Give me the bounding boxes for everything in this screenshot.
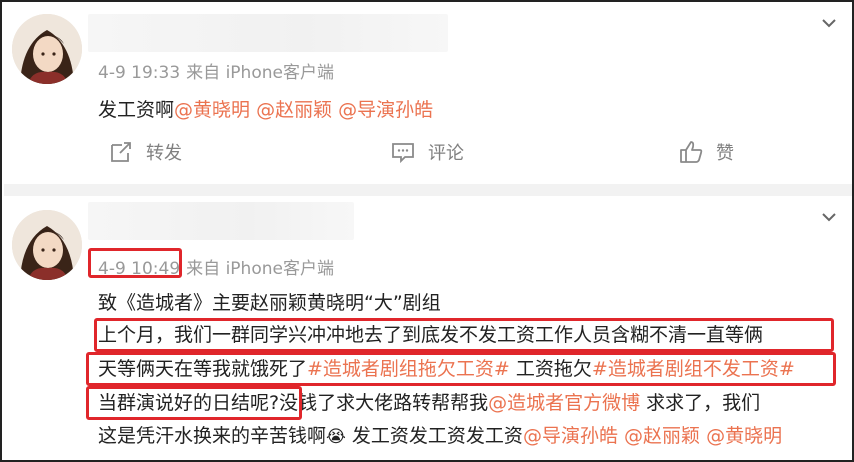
post-text-plain: 发工资啊 [98,99,175,121]
post-source: 来自 iPhone客户端 [186,259,334,279]
post-card-1: 4-9 19:33 来自 iPhone客户端 发工资啊@黄晓明 @赵丽颖 @导演孙… [4,4,852,184]
post-line-text: 发工资发工资发工资 [345,425,523,447]
post-time[interactable]: 4-9 10:49 [98,259,180,279]
post-source: 来自 iPhone客户端 [186,63,334,83]
comment-icon [392,143,414,164]
mention-link[interactable]: @黄晓明 [706,425,782,447]
post-line-4: 当群演说好的日结呢?没钱了求大佬路转帮帮我@造城者官方微博 求求了，我们 [98,388,760,418]
card-separator [4,184,852,196]
weibo-feed: 4-9 19:33 来自 iPhone客户端 发工资啊@黄晓明 @赵丽颖 @导演孙… [0,0,854,462]
repost-button[interactable]: 转发 [108,134,182,170]
crying-emoji-icon: 😭 [326,427,346,447]
post-line-text: 上个月，我们一群同学兴冲冲地去了到底发不发工资工作人员含糊不清一直等俩 [98,324,764,346]
username-blurred[interactable] [88,202,354,240]
post-line-1: 致《造城者》主要赵丽颖黄晓明“大”剧组 [98,288,441,318]
post-meta: 4-9 19:33 来自 iPhone客户端 [98,58,334,83]
post-line-text: 当群演说好的日结呢? [98,392,280,414]
like-button[interactable]: 赞 [678,134,734,170]
post-line-text: 致《造城者》主要赵丽颖黄晓明“大”剧组 [98,292,441,314]
action-bar: 转发 评论 赞 [4,134,852,170]
like-label: 赞 [716,143,734,164]
hashtag-link[interactable]: #造城者剧组不发工资# [592,358,795,380]
chevron-down-icon[interactable] [818,206,840,228]
repost-label: 转发 [146,143,182,164]
mention-link[interactable]: @导演孙皓 [523,425,618,447]
avatar[interactable] [12,14,82,84]
chevron-down-icon[interactable] [818,12,840,34]
mention-link[interactable]: @导演孙皓 [338,99,433,121]
post-line-text: 工资拖欠 [509,358,592,380]
post-line-text: 求求了，我们 [640,392,761,414]
post-text: 发工资啊@黄晓明 @赵丽颖 @导演孙皓 [98,95,433,122]
post-line-3: 天等俩天在等我就饿死了#造城者剧组拖欠工资# 工资拖欠#造城者剧组不发工资# [98,354,795,384]
thumbs-up-icon [680,141,703,163]
post-line-text: 天等俩天在等我就饿死了 [98,358,308,380]
comment-button[interactable]: 评论 [390,134,464,170]
username-blurred[interactable] [88,14,448,52]
post-meta: 4-9 10:49 来自 iPhone客户端 [98,254,334,279]
comment-label: 评论 [428,143,464,164]
mention-link[interactable]: @赵丽颖 [256,99,332,121]
avatar[interactable] [12,210,82,280]
post-line-2: 上个月，我们一群同学兴冲冲地去了到底发不发工资工作人员含糊不清一直等俩 [98,320,763,350]
post-card-2: 4-9 10:49 来自 iPhone客户端 致《造城者》主要赵丽颖黄晓明“大”剧… [4,196,852,460]
post-line-text: 没钱了求大佬路转帮帮我 [279,392,489,414]
mention-link[interactable]: @造城者官方微博 [488,392,640,414]
repost-icon [111,142,131,162]
hashtag-link[interactable]: #造城者剧组拖欠工资# [307,358,510,380]
post-time[interactable]: 4-9 19:33 [98,63,180,83]
mention-link[interactable]: @黄晓明 [174,99,250,121]
mention-link[interactable]: @赵丽颖 [624,425,700,447]
post-line-5: 这是凭汗水换来的辛苦钱啊😭 发工资发工资发工资@导演孙皓 @赵丽颖 @黄晓明 [98,421,782,451]
post-line-text: 这是凭汗水换来的辛苦钱啊 [98,425,327,447]
